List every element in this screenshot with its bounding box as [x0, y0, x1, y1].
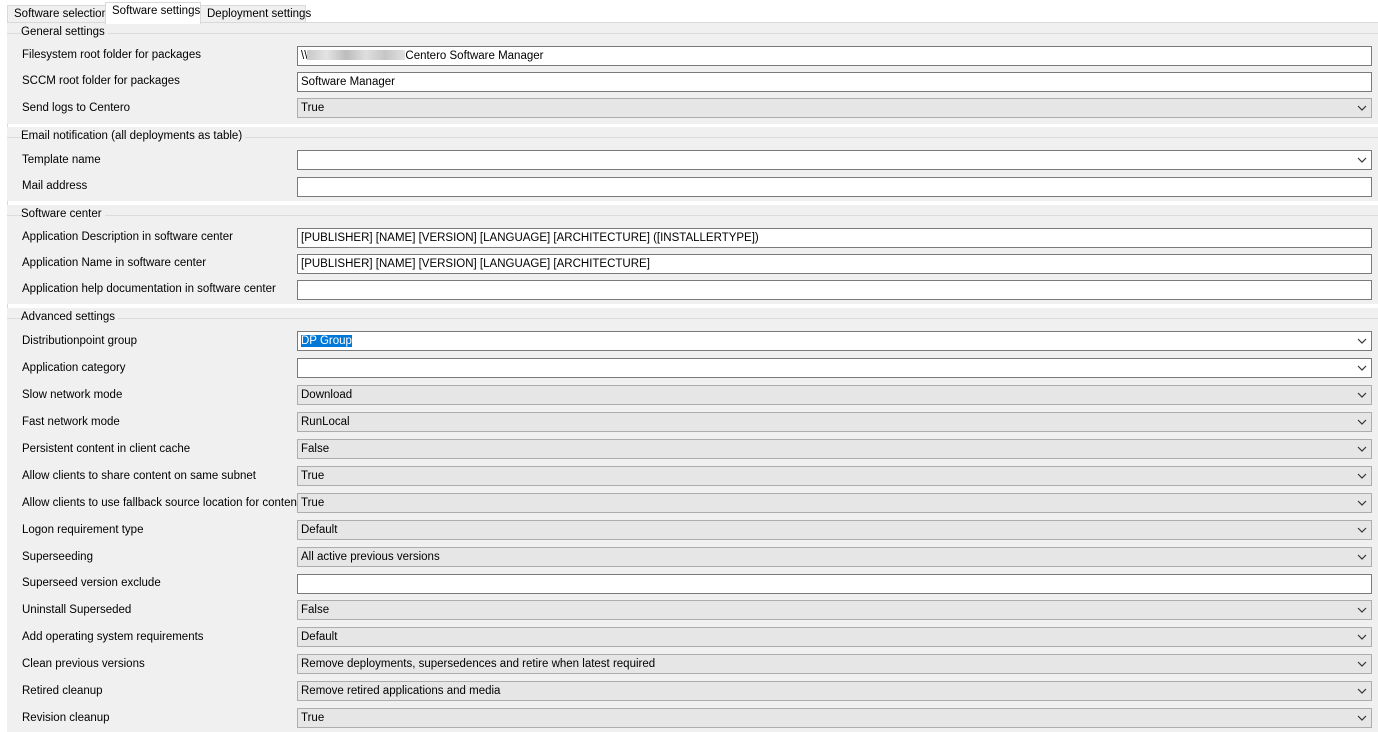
chevron-down-icon: [1357, 500, 1367, 506]
chevron-down-icon: [1357, 661, 1367, 667]
revision-cleanup-value: True: [301, 712, 325, 724]
superseeding-dropdown[interactable]: All active previous versions: [297, 547, 1372, 567]
app-category-dropdown[interactable]: [297, 358, 1372, 378]
fast-network-value: RunLocal: [301, 416, 350, 428]
mail-address-label: Mail address: [22, 180, 88, 192]
chevron-down-icon: [1357, 392, 1367, 398]
fallback-source-value: True: [301, 497, 325, 509]
share-content-value: True: [301, 470, 325, 482]
share-content-dropdown[interactable]: True: [297, 466, 1372, 486]
section-title-software-center: Software center: [21, 208, 105, 220]
chevron-down-icon: [1357, 338, 1367, 344]
app-description-input[interactable]: [PUBLISHER] [NAME] [VERSION] [LANGUAGE] …: [297, 228, 1372, 248]
chevron-down-icon: [1357, 105, 1367, 111]
persistent-content-dropdown[interactable]: False: [297, 439, 1372, 459]
logon-requirement-label: Logon requirement type: [22, 524, 144, 536]
app-category-label: Application category: [22, 362, 126, 374]
section-title-email: Email notification (all deployments as t…: [21, 130, 246, 142]
slow-network-value: Download: [301, 389, 353, 401]
filesystem-root-label: Filesystem root folder for packages: [22, 49, 201, 61]
logon-requirement-value: Default: [301, 524, 338, 536]
chevron-down-icon: [1357, 157, 1367, 163]
mail-address-input[interactable]: [297, 177, 1372, 197]
template-name-dropdown[interactable]: [297, 150, 1372, 170]
chevron-down-icon: [1357, 446, 1367, 452]
send-logs-value: True: [301, 102, 325, 114]
os-requirements-value: Default: [301, 631, 338, 643]
dp-group-value: DP Group: [301, 335, 352, 347]
revision-cleanup-dropdown[interactable]: True: [297, 708, 1372, 728]
chevron-down-icon: [1357, 607, 1367, 613]
revision-cleanup-label: Revision cleanup: [22, 712, 110, 724]
clean-previous-dropdown[interactable]: Remove deployments, supersedences and re…: [297, 654, 1372, 674]
superseeding-label: Superseeding: [22, 551, 93, 563]
persistent-content-value: False: [301, 443, 330, 455]
chevron-down-icon: [1357, 554, 1367, 560]
app-description-value: [PUBLISHER] [NAME] [VERSION] [LANGUAGE] …: [301, 232, 759, 244]
section-title-advanced: Advanced settings: [21, 311, 118, 323]
chevron-down-icon: [1357, 634, 1367, 640]
retired-cleanup-dropdown[interactable]: Remove retired applications and media: [297, 681, 1372, 701]
superseed-exclude-label: Superseed version exclude: [22, 577, 161, 589]
fast-network-label: Fast network mode: [22, 416, 120, 428]
clean-previous-label: Clean previous versions: [22, 658, 145, 670]
retired-cleanup-value: Remove retired applications and media: [301, 685, 501, 697]
dp-group-dropdown[interactable]: DP Group: [297, 331, 1372, 351]
uninstall-superseded-dropdown[interactable]: False: [297, 600, 1372, 620]
section-title-general: General settings: [21, 26, 108, 38]
app-help-input[interactable]: [297, 280, 1372, 300]
fallback-source-dropdown[interactable]: True: [297, 493, 1372, 513]
sccm-root-label: SCCM root folder for packages: [22, 75, 180, 87]
uninstall-superseded-value: False: [301, 604, 330, 616]
tab-software-settings[interactable]: Software settings: [105, 2, 201, 24]
chevron-down-icon: [1357, 715, 1367, 721]
fast-network-dropdown[interactable]: RunLocal: [297, 412, 1372, 432]
tab-software-selection[interactable]: Software selection: [7, 5, 108, 23]
fallback-source-label: Allow clients to use fallback source loc…: [22, 497, 301, 509]
uninstall-superseded-label: Uninstall Superseded: [22, 604, 132, 616]
redacted-server-name: [307, 49, 406, 60]
app-name-value: [PUBLISHER] [NAME] [VERSION] [LANGUAGE] …: [301, 258, 650, 270]
app-help-label: Application help documentation in softwa…: [22, 283, 276, 295]
template-name-label: Template name: [22, 154, 101, 166]
os-requirements-label: Add operating system requirements: [22, 631, 204, 643]
share-content-label: Allow clients to share content on same s…: [22, 470, 256, 482]
chevron-down-icon: [1357, 419, 1367, 425]
slow-network-dropdown[interactable]: Download: [297, 385, 1372, 405]
sccm-root-input[interactable]: Software Manager: [297, 72, 1372, 92]
tab-deployment-settings[interactable]: Deployment settings: [200, 5, 311, 23]
filesystem-root-value: Centero Software Manager: [405, 50, 544, 62]
send-logs-dropdown[interactable]: True: [297, 98, 1372, 118]
retired-cleanup-label: Retired cleanup: [22, 685, 103, 697]
app-description-label: Application Description in software cent…: [22, 231, 233, 243]
clean-previous-value: Remove deployments, supersedences and re…: [301, 658, 656, 670]
filesystem-root-input[interactable]: \\ Centero Software Manager: [297, 46, 1372, 66]
chevron-down-icon: [1357, 527, 1367, 533]
superseed-exclude-input[interactable]: [297, 574, 1372, 594]
app-name-label: Application Name in software center: [22, 257, 207, 269]
sccm-root-value: Software Manager: [301, 76, 395, 88]
chevron-down-icon: [1357, 473, 1367, 479]
slow-network-label: Slow network mode: [22, 389, 123, 401]
send-logs-label: Send logs to Centero: [22, 102, 131, 114]
app-name-input[interactable]: [PUBLISHER] [NAME] [VERSION] [LANGUAGE] …: [297, 254, 1372, 274]
os-requirements-dropdown[interactable]: Default: [297, 627, 1372, 647]
persistent-content-label: Persistent content in client cache: [22, 443, 191, 455]
dp-group-label: Distributionpoint group: [22, 335, 138, 347]
chevron-down-icon: [1357, 688, 1367, 694]
logon-requirement-dropdown[interactable]: Default: [297, 520, 1372, 540]
chevron-down-icon: [1357, 365, 1367, 371]
superseeding-value: All active previous versions: [301, 551, 440, 563]
